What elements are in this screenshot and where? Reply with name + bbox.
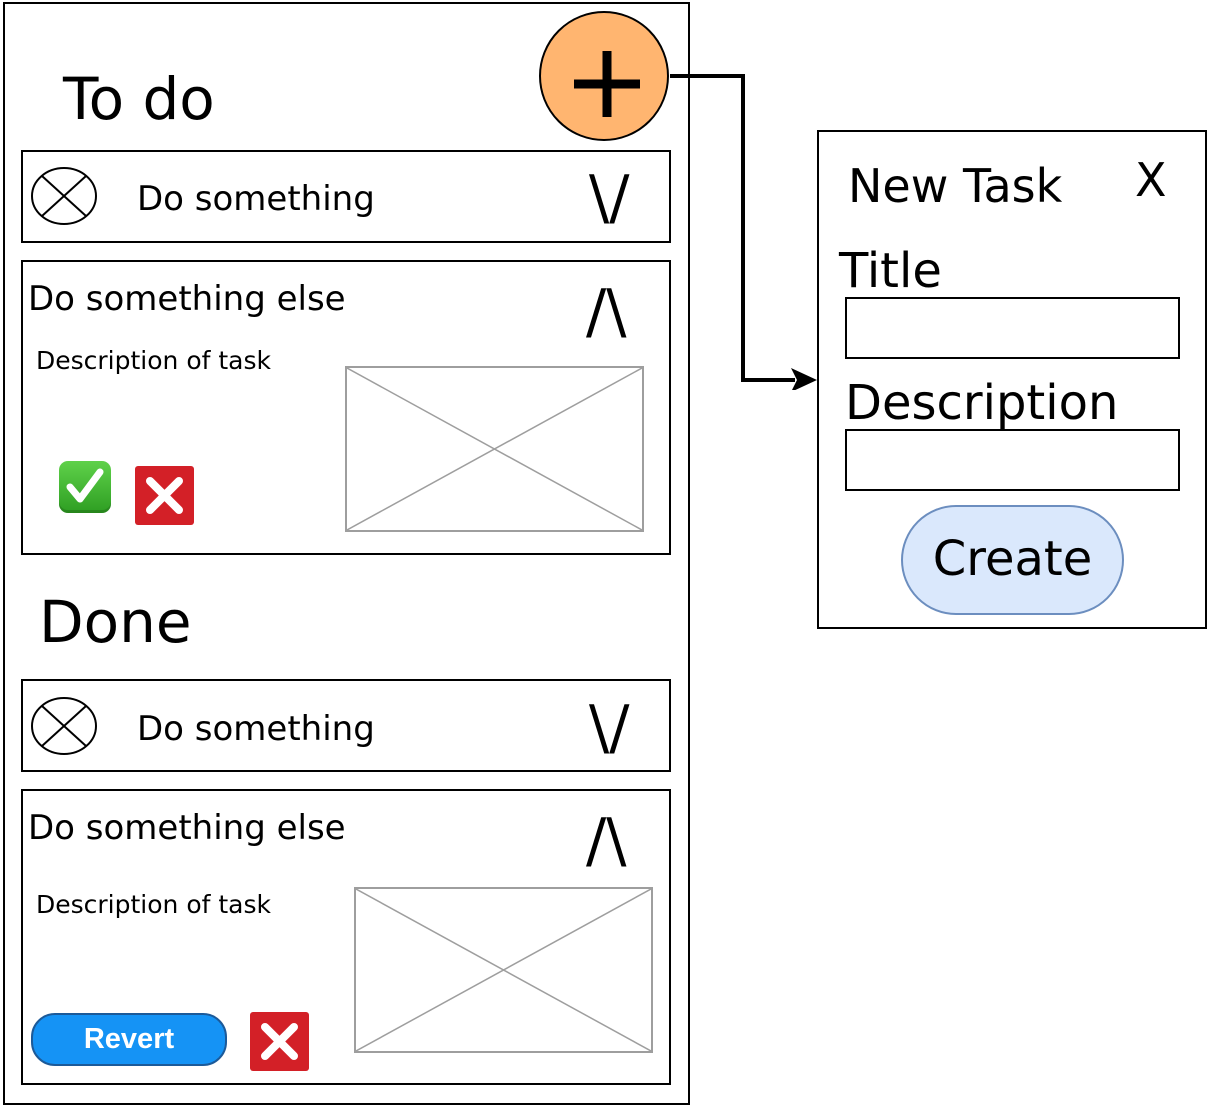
image-placeholder-icon <box>345 366 644 532</box>
task-description: Description of task <box>36 346 271 375</box>
description-input[interactable] <box>845 429 1180 491</box>
task-label: Do something <box>137 709 375 749</box>
complete-task-button[interactable] <box>59 461 111 513</box>
collapse-chevron-icon[interactable]: /\ <box>586 811 626 871</box>
close-button[interactable]: X <box>1135 157 1167 203</box>
create-button[interactable]: Create <box>901 505 1124 615</box>
image-placeholder-icon <box>354 887 653 1053</box>
x-icon <box>261 1023 298 1060</box>
delete-task-button[interactable] <box>135 466 194 525</box>
x-icon <box>146 477 183 514</box>
dialog-title: New Task <box>848 159 1063 213</box>
delete-task-button[interactable] <box>250 1012 309 1071</box>
task-description: Description of task <box>36 890 271 919</box>
add-task-button[interactable] <box>539 11 669 141</box>
task-label: Do something else <box>28 808 346 848</box>
description-field-label: Description <box>845 375 1119 431</box>
expand-chevron-icon[interactable]: \/ <box>589 698 629 758</box>
plus-icon <box>574 51 640 117</box>
done-section-title: Done <box>39 588 192 656</box>
title-input[interactable] <box>845 297 1180 359</box>
task-label: Do something else <box>28 279 346 319</box>
x-circle-icon[interactable] <box>30 696 98 756</box>
collapse-chevron-icon[interactable]: /\ <box>586 282 626 342</box>
todo-task-expanded: Do something else /\ Description of task <box>21 260 671 555</box>
todo-task-collapsed[interactable]: Do something \/ <box>21 150 671 243</box>
todo-section-title: To do <box>63 65 215 133</box>
connector-arrow <box>670 74 817 390</box>
done-task-collapsed[interactable]: Do something \/ <box>21 679 671 772</box>
revert-button[interactable]: Revert <box>31 1013 227 1066</box>
x-circle-icon[interactable] <box>30 166 98 226</box>
task-label: Do something <box>137 179 375 219</box>
expand-chevron-icon[interactable]: \/ <box>589 168 629 228</box>
check-icon <box>66 468 104 503</box>
title-field-label: Title <box>839 243 942 299</box>
